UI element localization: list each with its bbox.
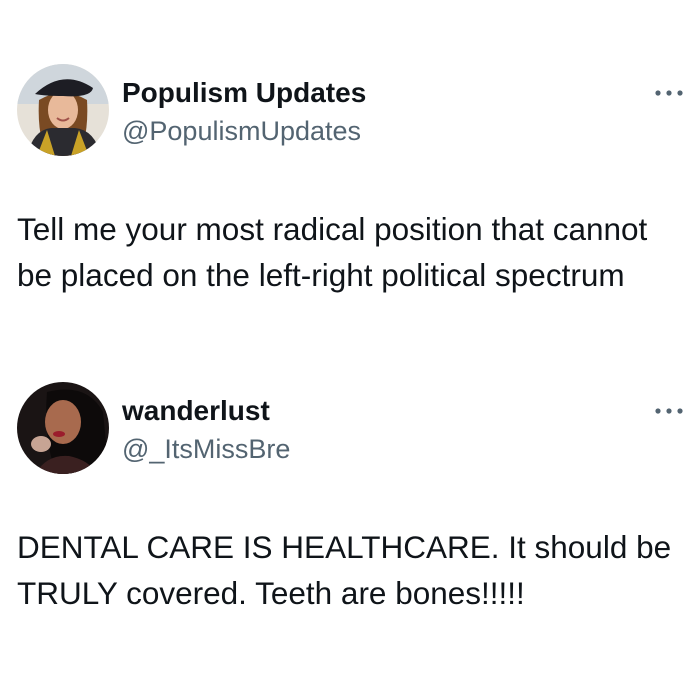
more-options-icon[interactable] — [652, 86, 686, 100]
user-handle[interactable]: @PopulismUpdates — [122, 114, 361, 148]
avatar[interactable] — [17, 64, 109, 156]
user-handle[interactable]: @_ItsMissBre — [122, 432, 290, 466]
post-text: DENTAL CARE IS HEALTHCARE. It should be … — [17, 529, 672, 611]
display-name[interactable]: Populism Updates — [122, 76, 366, 110]
more-options-icon[interactable] — [652, 404, 686, 418]
display-name[interactable]: wanderlust — [122, 394, 270, 428]
post-text: Tell me your most radical position that … — [17, 211, 648, 293]
woman-selfie-avatar-icon — [17, 382, 109, 474]
woman-in-beret-avatar-icon — [17, 64, 109, 156]
avatar[interactable] — [17, 382, 109, 474]
